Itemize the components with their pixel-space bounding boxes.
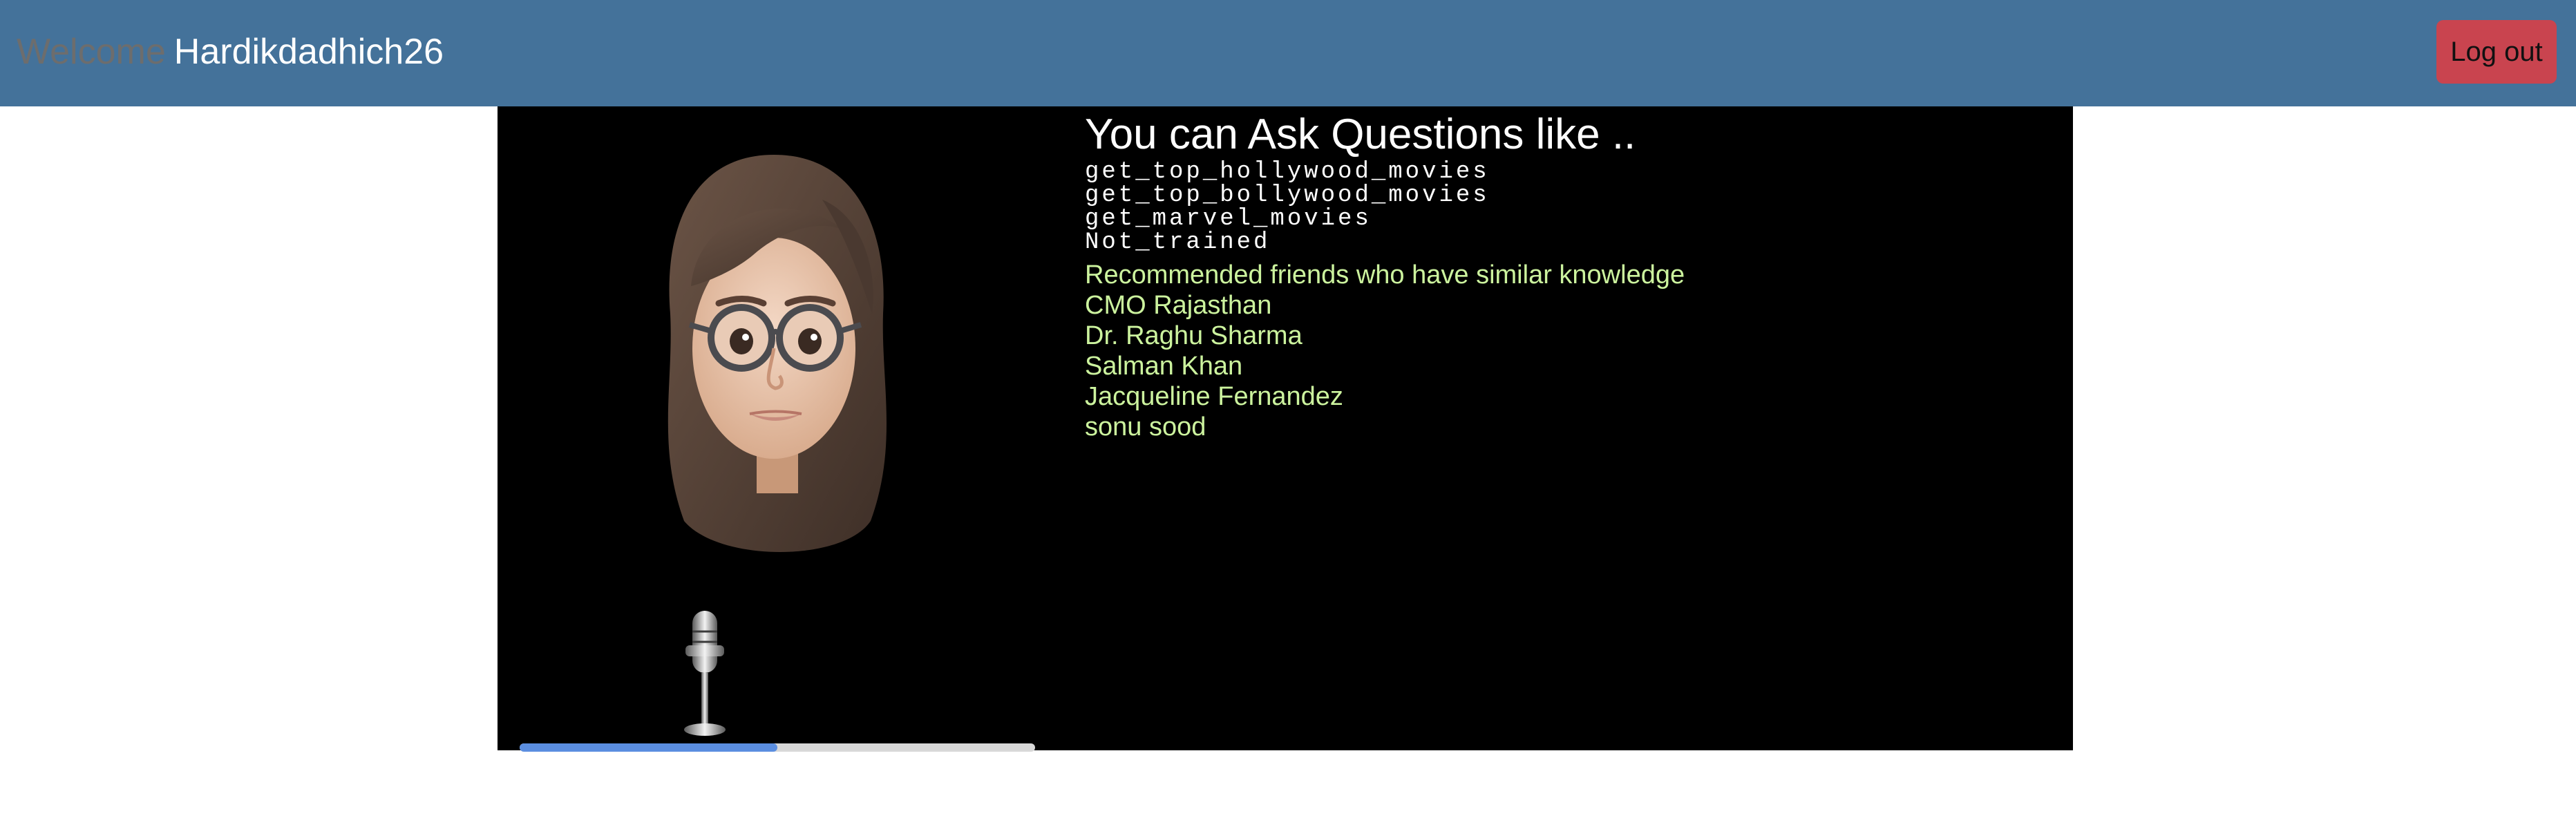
question-item: Not_trained — [1085, 229, 1271, 256]
logout-button[interactable]: Log out — [2436, 20, 2557, 84]
progress-fill — [520, 743, 777, 752]
username: Hardikdadhich26 — [173, 32, 444, 72]
friend-item: Salman Khan — [1085, 352, 1243, 381]
friend-item: sonu sood — [1085, 412, 1206, 441]
question-suggestions: You can Ask Questions like .. get_top_ho… — [1085, 109, 2052, 442]
friend-item: Dr. Raghu Sharma — [1085, 321, 1303, 350]
friend-item: CMO Rajasthan — [1085, 291, 1272, 320]
friends-heading: Recommended friends who have similar kno… — [1085, 260, 1685, 289]
welcome-label: Welcome — [17, 32, 166, 72]
question-item: get_top_bollywood_movies — [1085, 182, 1490, 209]
navbar: Welcome Hardikdadhich26 Log out — [0, 0, 2576, 106]
assistant-panel: You can Ask Questions like .. get_top_ho… — [498, 106, 2073, 752]
microphone-icon[interactable] — [670, 604, 739, 742]
welcome-message: Welcome Hardikdadhich26 — [17, 28, 444, 76]
question-item: get_top_hollywood_movies — [1085, 159, 1490, 185]
questions-title: You can Ask Questions like .. — [1085, 111, 1636, 158]
audio-progress-bar[interactable] — [520, 743, 1035, 752]
memoji-avatar-icon — [667, 155, 887, 552]
question-item: get_marvel_movies — [1085, 206, 1372, 232]
friend-item: Jacqueline Fernandez — [1085, 382, 1343, 411]
